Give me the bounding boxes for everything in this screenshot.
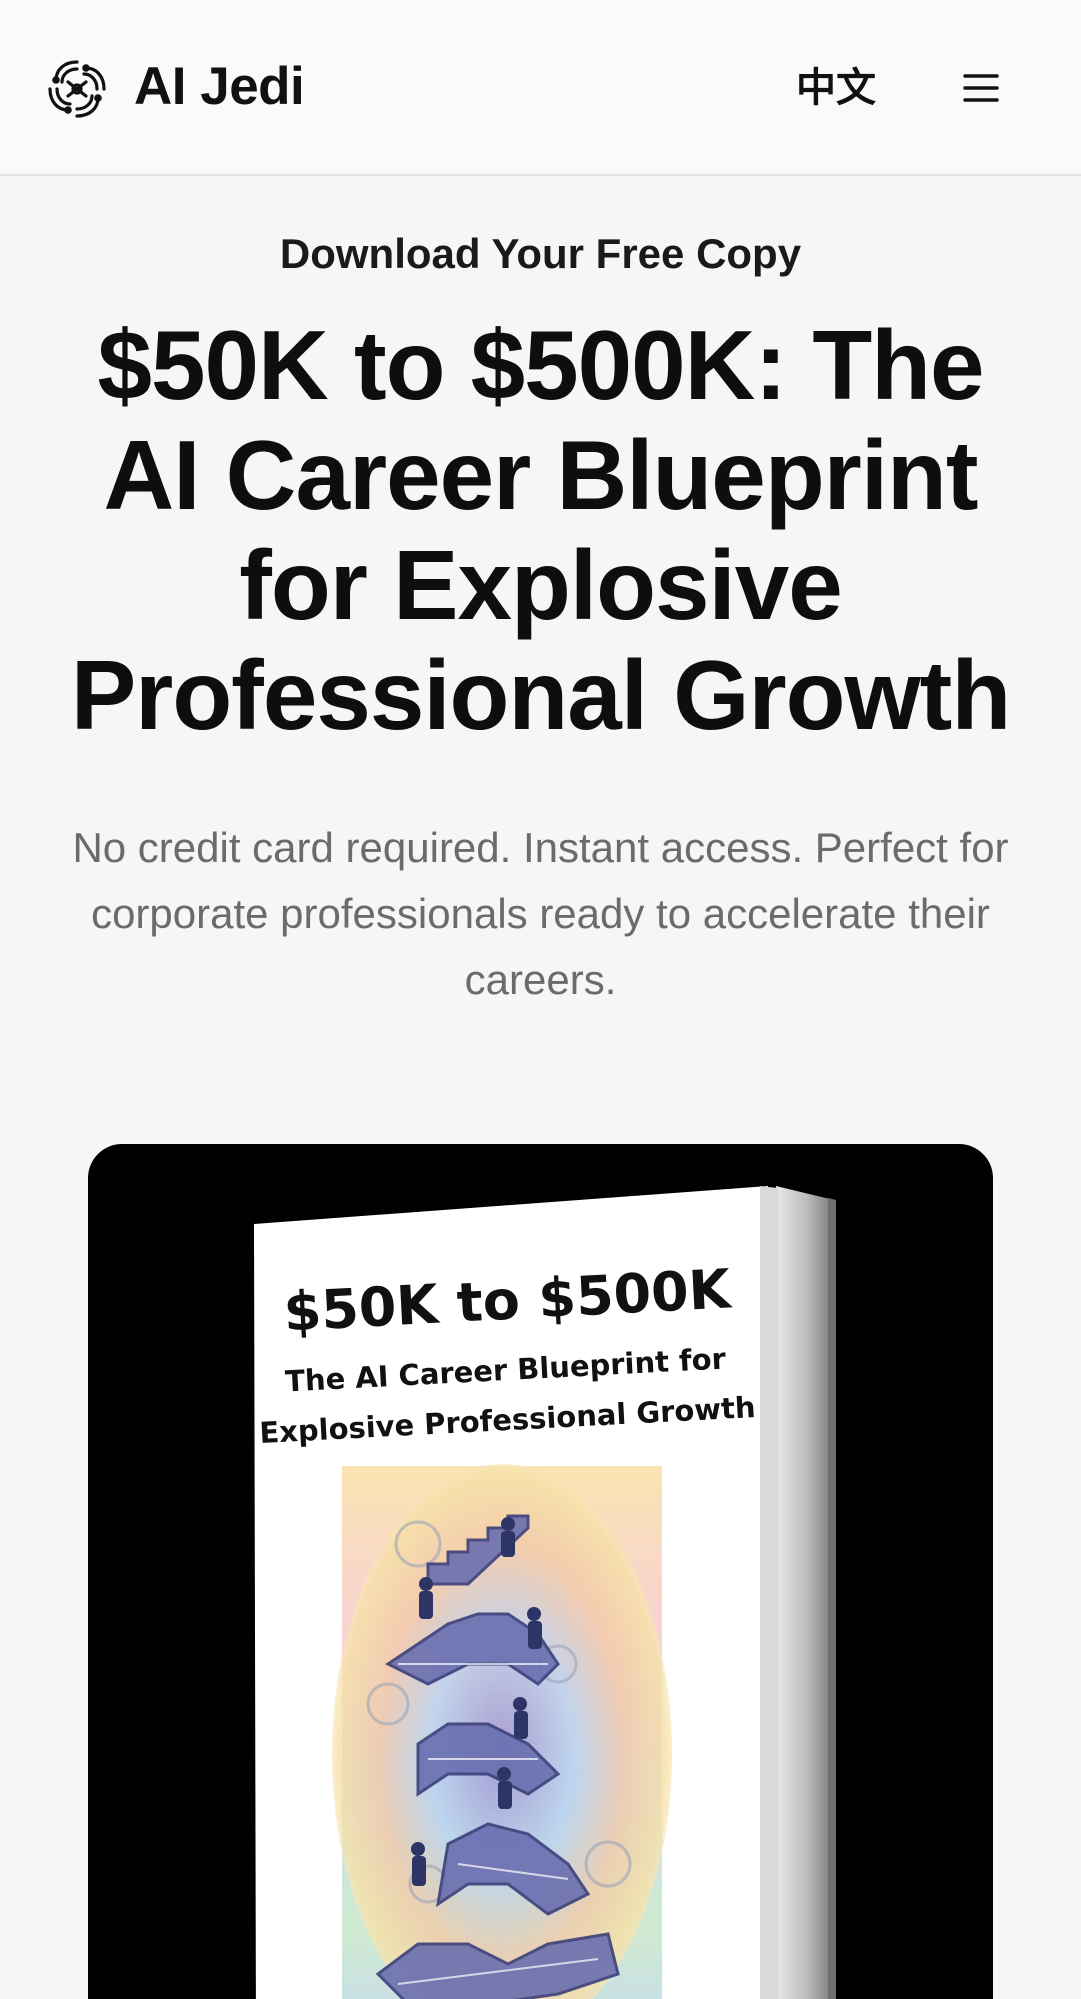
hero-subtitle: No credit card required. Instant access.…: [72, 824, 1009, 1003]
hamburger-menu-icon[interactable]: [962, 70, 1000, 106]
staircase-illustration: [332, 1464, 672, 1999]
site-header: AI Jedi 中文: [0, 0, 1081, 176]
book-cover-card: $50K to $500K The AI Career Blueprint fo…: [88, 1144, 993, 1999]
page-title: $50K to $500K: The AI Career Blueprint f…: [70, 310, 1011, 750]
brand-name[interactable]: AI Jedi: [134, 52, 305, 122]
language-toggle[interactable]: 中文: [796, 62, 876, 114]
hero-eyebrow: Download Your Free Copy: [279, 230, 802, 277]
swirl-logo-icon[interactable]: [44, 56, 110, 122]
book-cover-image: $50K to $500K The AI Career Blueprint fo…: [254, 1186, 836, 1999]
